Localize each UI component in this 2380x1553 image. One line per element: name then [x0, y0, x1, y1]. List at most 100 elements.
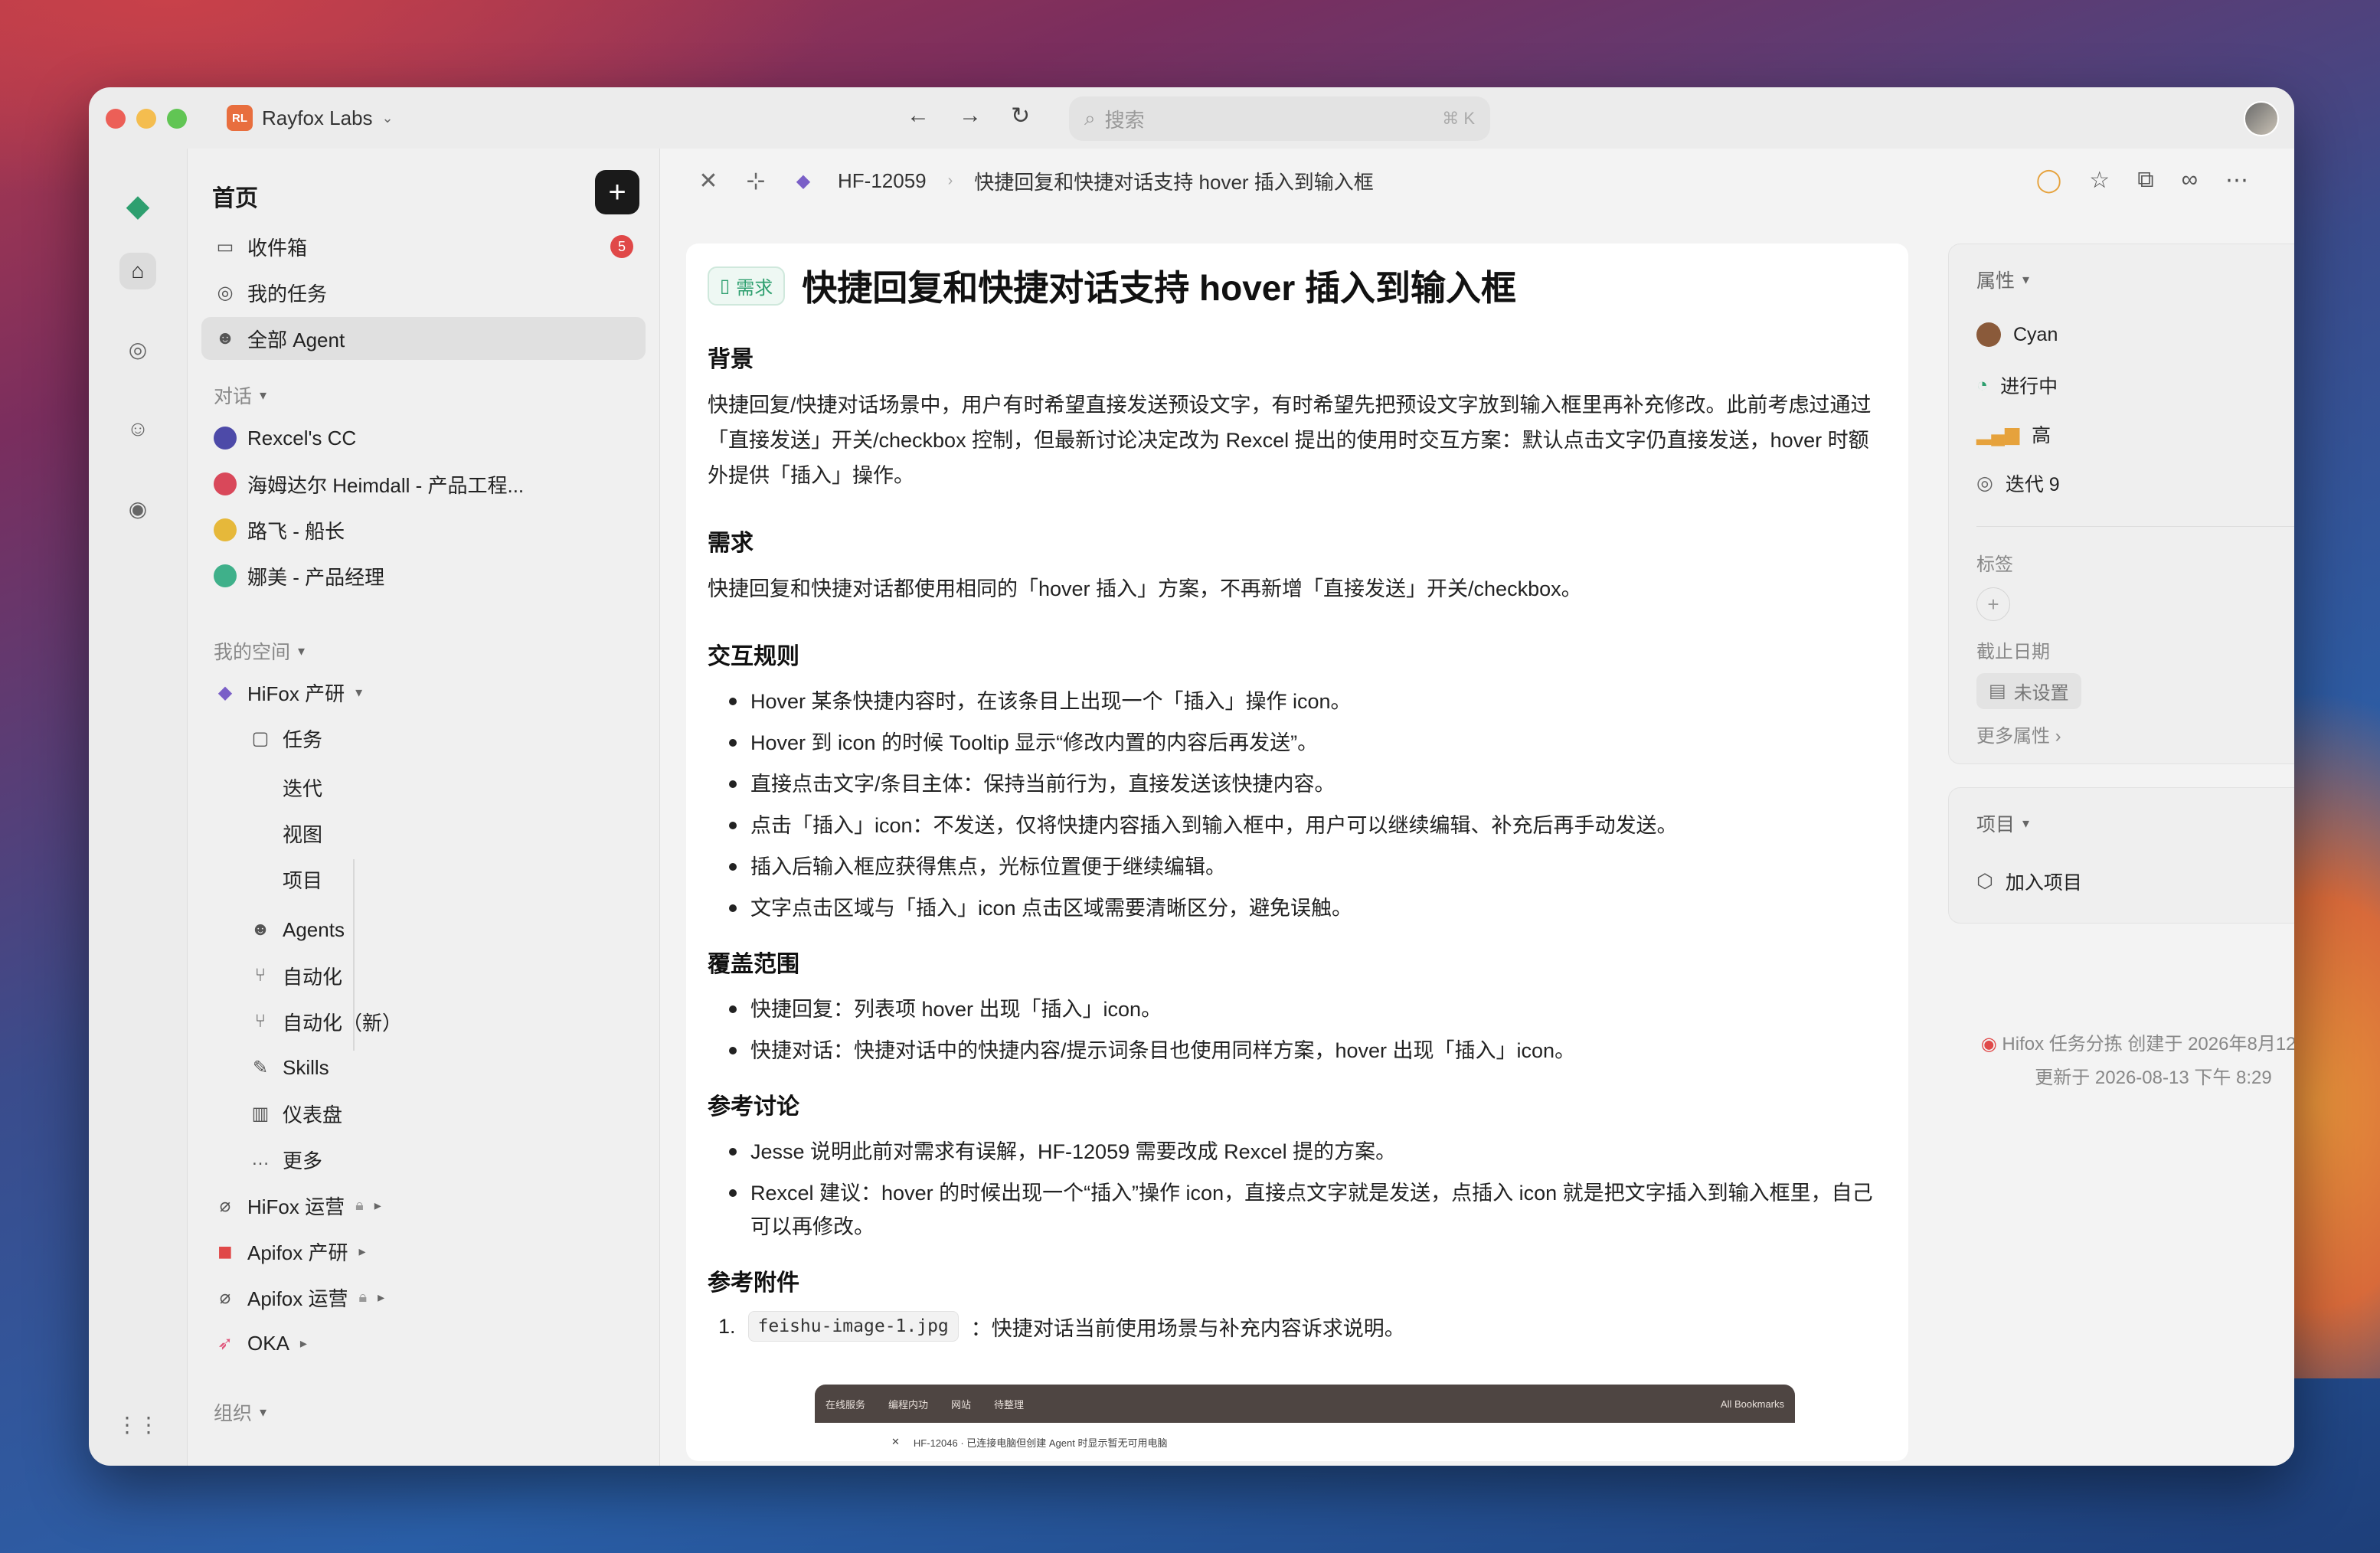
- due-date-picker[interactable]: ▤ 未设置: [1976, 673, 2081, 709]
- workflow-icon: ⑂: [254, 1011, 266, 1032]
- sidebar-item-automation-new[interactable]: ⑂ 自动化（新）: [237, 1000, 646, 1043]
- home-icon[interactable]: ⌂: [119, 253, 156, 289]
- sidebar-item-iterations[interactable]: 迭代: [270, 766, 646, 809]
- issue-id[interactable]: HF-12059: [838, 169, 927, 193]
- workflow-icon: ⑂: [254, 965, 266, 986]
- comment-icon[interactable]: ◯: [2036, 167, 2062, 194]
- target-icon[interactable]: ◉: [119, 490, 156, 527]
- issue-document: ▯ 需求 快捷回复和快捷对话支持 hover 插入到输入框 背景 快捷回复/快捷…: [686, 244, 1908, 1461]
- sidebar-item-skills[interactable]: ✎ Skills: [237, 1046, 646, 1089]
- sidebar-item-space[interactable]: ⌀ Apifox 运营 🔒︎ ▸: [201, 1276, 646, 1319]
- more-properties-label: 更多属性: [1976, 726, 2050, 747]
- sidebar-item-all-agents[interactable]: ☻ 全部 Agent: [201, 317, 646, 360]
- conversation-label: 海姆达尔 Heimdall - 产品工程...: [247, 473, 525, 497]
- sidebar-item-label: 迭代: [283, 776, 323, 800]
- assignee-row[interactable]: Cyan: [1976, 322, 2058, 347]
- sidebar-item-label: 仪表盘: [283, 1103, 343, 1126]
- properties-header[interactable]: 属性 ▾: [1976, 266, 2029, 293]
- sidebar-item-my-tasks[interactable]: ◎ 我的任务: [201, 271, 646, 314]
- conversation-item[interactable]: Rexcel's CC: [201, 417, 646, 459]
- attachment-image-preview[interactable]: 在线服务 编程内功 网站 待整理 All Bookmarks ✕ HF-1204…: [815, 1385, 1795, 1461]
- chat-bubbles-icon[interactable]: ◎: [119, 331, 156, 368]
- tasks-icon: ▢: [251, 727, 270, 749]
- priority-row[interactable]: ▂▄▆ 高: [1976, 420, 2051, 448]
- iteration-row[interactable]: ◎ 迭代 9: [1976, 469, 2060, 497]
- sidebar-item-space[interactable]: ◼ Apifox 产研 ▸: [201, 1230, 646, 1273]
- sidebar-item-more[interactable]: … 更多: [237, 1138, 646, 1181]
- sidebar-item-projects[interactable]: 项目: [270, 858, 646, 901]
- due-date-value: 未设置: [2013, 683, 2069, 704]
- caret-right-icon: ▸: [378, 1289, 385, 1305]
- conversation-item[interactable]: 路飞 - 船长: [201, 508, 646, 551]
- org-switcher[interactable]: RL Rayfox Labs ⌄: [227, 103, 394, 133]
- sidebar-item-dashboard[interactable]: ▥ 仪表盘: [237, 1092, 646, 1135]
- list-item: Hover 某条快捷内容时，在该条目上出现一个「插入」操作 icon。: [708, 685, 1887, 718]
- sidebar-item-space[interactable]: ➶ OKA ▸: [201, 1322, 646, 1365]
- add-project-button[interactable]: ⬡ 加入项目: [1976, 868, 2082, 895]
- conversation-label: 娜美 - 产品经理: [247, 565, 385, 589]
- caret-down-icon: ▾: [2022, 271, 2030, 287]
- refresh-icon[interactable]: ↻: [1011, 103, 1030, 129]
- new-item-button[interactable]: +: [595, 170, 639, 214]
- scope-list: 快捷回复：列表项 hover 出现「插入」icon。 快捷对话：快捷对话中的快捷…: [708, 992, 1887, 1067]
- more-properties-link[interactable]: 更多属性 ›: [1976, 721, 2061, 747]
- more-icon[interactable]: ⋯: [2225, 167, 2248, 194]
- link-icon[interactable]: ∞: [2182, 167, 2198, 194]
- apps-grid-icon[interactable]: ⋮⋮: [116, 1406, 159, 1443]
- project-header[interactable]: 项目 ▾: [1976, 809, 2029, 837]
- org-badge: RL: [227, 105, 253, 131]
- status-row[interactable]: ◔ 进行中: [1976, 371, 2058, 399]
- sidebar-item-inbox[interactable]: ▭ 收件箱 5: [201, 225, 646, 268]
- minimize-window-button[interactable]: [136, 109, 156, 129]
- sidebar-item-label: HiFox 运营: [247, 1195, 345, 1218]
- star-icon[interactable]: ☆: [2089, 167, 2110, 194]
- agent-avatar: [214, 472, 237, 495]
- search-input[interactable]: ⌕ 搜索 ⌘ K: [1069, 96, 1490, 141]
- close-window-button[interactable]: [106, 109, 126, 129]
- conversation-item[interactable]: 海姆达尔 Heimdall - 产品工程...: [201, 463, 646, 505]
- rocket-icon: ➶: [217, 1332, 234, 1354]
- main-area: ✕ ⊹ ◆ HF-12059 › 快捷回复和快捷对话支持 hover 插入到输入…: [660, 149, 2294, 1466]
- fox-logo-icon[interactable]: ◆: [116, 188, 159, 223]
- bookmark-item: 网站: [951, 1398, 972, 1411]
- back-arrow-icon[interactable]: ←: [907, 103, 930, 129]
- list-item: Jesse 说明此前对需求有误解，HF-12059 需要改成 Rexcel 提的…: [708, 1135, 1887, 1169]
- sidebar-item-label: Apifox 运营: [247, 1287, 348, 1310]
- attachment-filename[interactable]: feishu-image-1.jpg: [747, 1311, 959, 1342]
- project-panel: 项目 ▾ ⬡ 加入项目: [1948, 787, 2294, 924]
- conversation-item[interactable]: 娜美 - 产品经理: [201, 554, 646, 597]
- divider: [1976, 526, 2294, 527]
- doc-title-row: ▯ 需求 快捷回复和快捷对话支持 hover 插入到输入框: [708, 260, 1887, 311]
- sidebar-item-label: Skills: [283, 1055, 329, 1079]
- sidebar-item-views[interactable]: 视图: [270, 812, 646, 855]
- agent-avatar: [214, 427, 237, 450]
- properties-panel: 属性 ▾ Cyan ◔ 进行中 ▂▄▆ 高 ◎ 迭代 9 标签 + 截止日期 ▤…: [1948, 244, 2294, 764]
- add-tag-button[interactable]: +: [1976, 587, 2010, 621]
- collapse-icon[interactable]: ⊹: [743, 168, 769, 195]
- nav-arrows: ← → ↻: [907, 103, 1030, 129]
- sidebar-item-space[interactable]: ⌀ HiFox 运营 🔒︎ ▸: [201, 1184, 646, 1227]
- created-info: ◉ Hifox 任务分拣 创建于 2026年8月12日 ·: [1962, 1028, 2294, 1061]
- user-avatar[interactable]: [2244, 101, 2279, 136]
- conversations-group-header[interactable]: 对话 ▾: [214, 381, 266, 409]
- requirement-tag[interactable]: ▯ 需求: [708, 266, 786, 306]
- group-label: 我的空间: [214, 642, 291, 663]
- copy-icon[interactable]: ⧉: [2137, 167, 2153, 194]
- created-text: Hifox 任务分拣 创建于 2026年8月12日 ·: [2002, 1034, 2294, 1054]
- sidebar-item-tasks[interactable]: ▢ 任务: [237, 717, 646, 760]
- contacts-icon[interactable]: ☺: [119, 410, 156, 447]
- forward-arrow-icon[interactable]: →: [959, 103, 982, 129]
- apifox-logo-icon: ◼: [217, 1241, 233, 1262]
- org-group-header[interactable]: 组织 ▾: [214, 1398, 266, 1426]
- close-icon[interactable]: ✕: [695, 168, 721, 195]
- status-in-progress-icon: ◔: [1976, 374, 1989, 396]
- sidebar-item-automation[interactable]: ⑂ 自动化: [237, 954, 646, 997]
- sidebar-item-agents[interactable]: ☻ Agents: [237, 908, 646, 951]
- my-space-group-header[interactable]: 我的空间 ▾: [214, 637, 305, 665]
- zoom-window-button[interactable]: [167, 109, 187, 129]
- box-icon: ⬡: [1976, 871, 1993, 892]
- embedded-bookmarks-bar: 在线服务 编程内功 网站 待整理 All Bookmarks: [815, 1385, 1795, 1423]
- sidebar-item-project[interactable]: ◆ HiFox 产研 ▾: [201, 671, 646, 714]
- section-heading: 参考附件: [708, 1270, 799, 1296]
- due-date-label: 截止日期: [1976, 642, 2050, 662]
